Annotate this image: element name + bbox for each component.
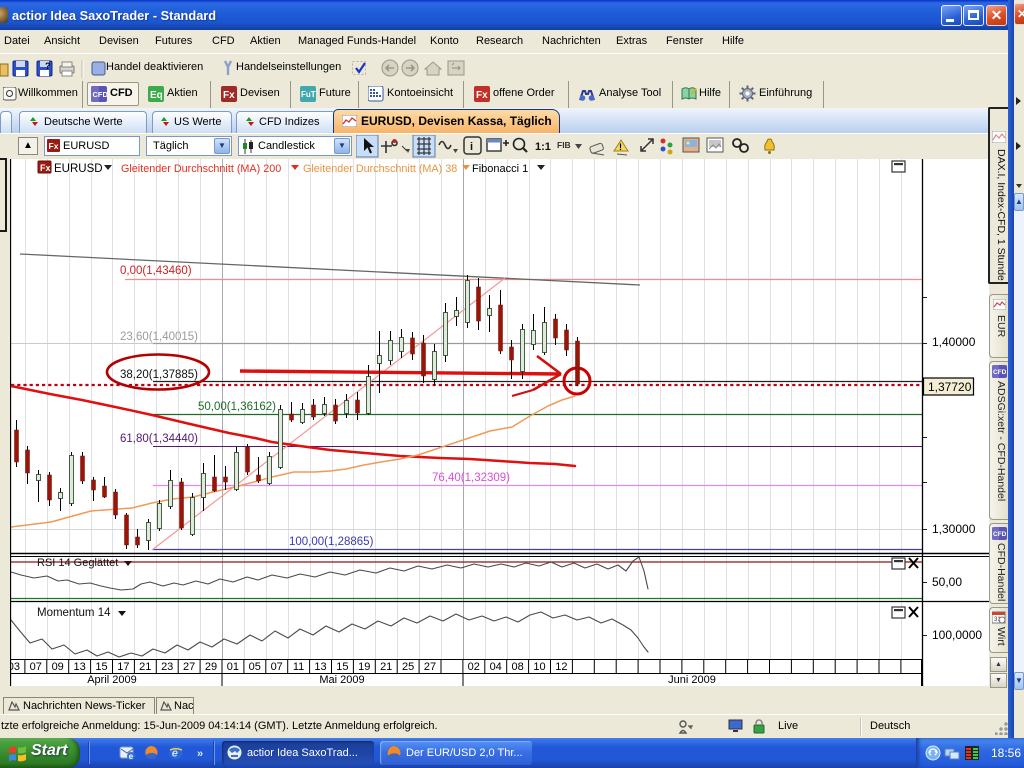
svg-text:e: e (129, 752, 134, 761)
svg-text:11: 11 (293, 661, 304, 673)
svg-text:Gleitender Durchschnitt (MA) 2: Gleitender Durchschnitt (MA) 200 (121, 163, 281, 175)
svg-text:08: 08 (511, 661, 523, 673)
svg-text:0,00(1,43460): 0,00(1,43460) (120, 265, 192, 277)
svg-text:Momentum 14: Momentum 14 (37, 607, 111, 619)
svg-text:100,0000: 100,0000 (932, 628, 982, 642)
svg-text:29: 29 (205, 661, 217, 673)
svg-text:Juni 2009: Juni 2009 (668, 674, 716, 686)
svg-text:10: 10 (533, 661, 545, 673)
svg-text:Mai 2009: Mai 2009 (319, 674, 364, 686)
svg-text:27: 27 (183, 661, 195, 673)
svg-text:Fx: Fx (223, 90, 235, 101)
svg-text:FIB: FIB (557, 140, 571, 150)
svg-text:13: 13 (314, 661, 326, 673)
svg-text:RSI 14 Geglättet: RSI 14 Geglättet (37, 557, 118, 569)
svg-text:CFD: CFD (993, 531, 1007, 538)
svg-text:CFD: CFD (993, 369, 1007, 376)
svg-text:05: 05 (249, 661, 261, 673)
svg-text:04: 04 (490, 661, 502, 673)
svg-text:Fx: Fx (49, 141, 59, 151)
svg-text:19: 19 (358, 661, 370, 673)
svg-text:61,80(1,34440): 61,80(1,34440) (120, 433, 198, 445)
svg-text:!: ! (619, 142, 622, 152)
svg-text:FuT: FuT (301, 90, 316, 99)
svg-text:76,40(1,32309): 76,40(1,32309) (432, 472, 510, 484)
svg-text:1,30000: 1,30000 (932, 522, 976, 536)
svg-text:17: 17 (117, 661, 129, 673)
svg-text:02: 02 (468, 661, 480, 673)
svg-text:07: 07 (30, 661, 42, 673)
svg-text:38,20(1,37885): 38,20(1,37885) (120, 369, 198, 381)
svg-text:Gleitender Durchschnitt (MA) 3: Gleitender Durchschnitt (MA) 38 (303, 163, 457, 175)
svg-text:50,00(1,36162): 50,00(1,36162) (198, 401, 276, 413)
svg-text:25: 25 (402, 661, 414, 673)
svg-text:23: 23 (161, 661, 173, 673)
svg-text:15: 15 (336, 661, 348, 673)
svg-text:07: 07 (271, 661, 283, 673)
svg-text:27: 27 (424, 661, 436, 673)
svg-text:100,00(1,28865): 100,00(1,28865) (289, 536, 374, 548)
svg-text:April 2009: April 2009 (87, 674, 137, 686)
svg-text:50,00: 50,00 (932, 575, 962, 589)
svg-text:CFD: CFD (93, 90, 108, 99)
svg-text:15: 15 (95, 661, 107, 673)
svg-text:21: 21 (139, 661, 151, 673)
svg-text:»: » (197, 748, 203, 760)
svg-text:Fibonacci 1: Fibonacci 1 (472, 163, 528, 175)
svg-text:EURUSD: EURUSD (54, 163, 103, 175)
svg-text:?: ? (45, 61, 51, 71)
svg-text:12: 12 (555, 661, 567, 673)
svg-text:Fx: Fx (40, 163, 51, 173)
svg-text:i: i (470, 141, 473, 153)
svg-text:Eq: Eq (150, 90, 163, 101)
svg-text:Fx: Fx (476, 90, 488, 101)
svg-text:23,60(1,40015): 23,60(1,40015) (120, 331, 198, 343)
svg-text:1,37720: 1,37720 (928, 380, 972, 394)
svg-text:21: 21 (380, 661, 392, 673)
svg-text:1:1: 1:1 (535, 141, 551, 153)
svg-text:1,40000: 1,40000 (932, 335, 976, 349)
svg-text:01: 01 (227, 661, 239, 673)
svg-text:13: 13 (73, 661, 85, 673)
svg-text:09: 09 (52, 661, 64, 673)
